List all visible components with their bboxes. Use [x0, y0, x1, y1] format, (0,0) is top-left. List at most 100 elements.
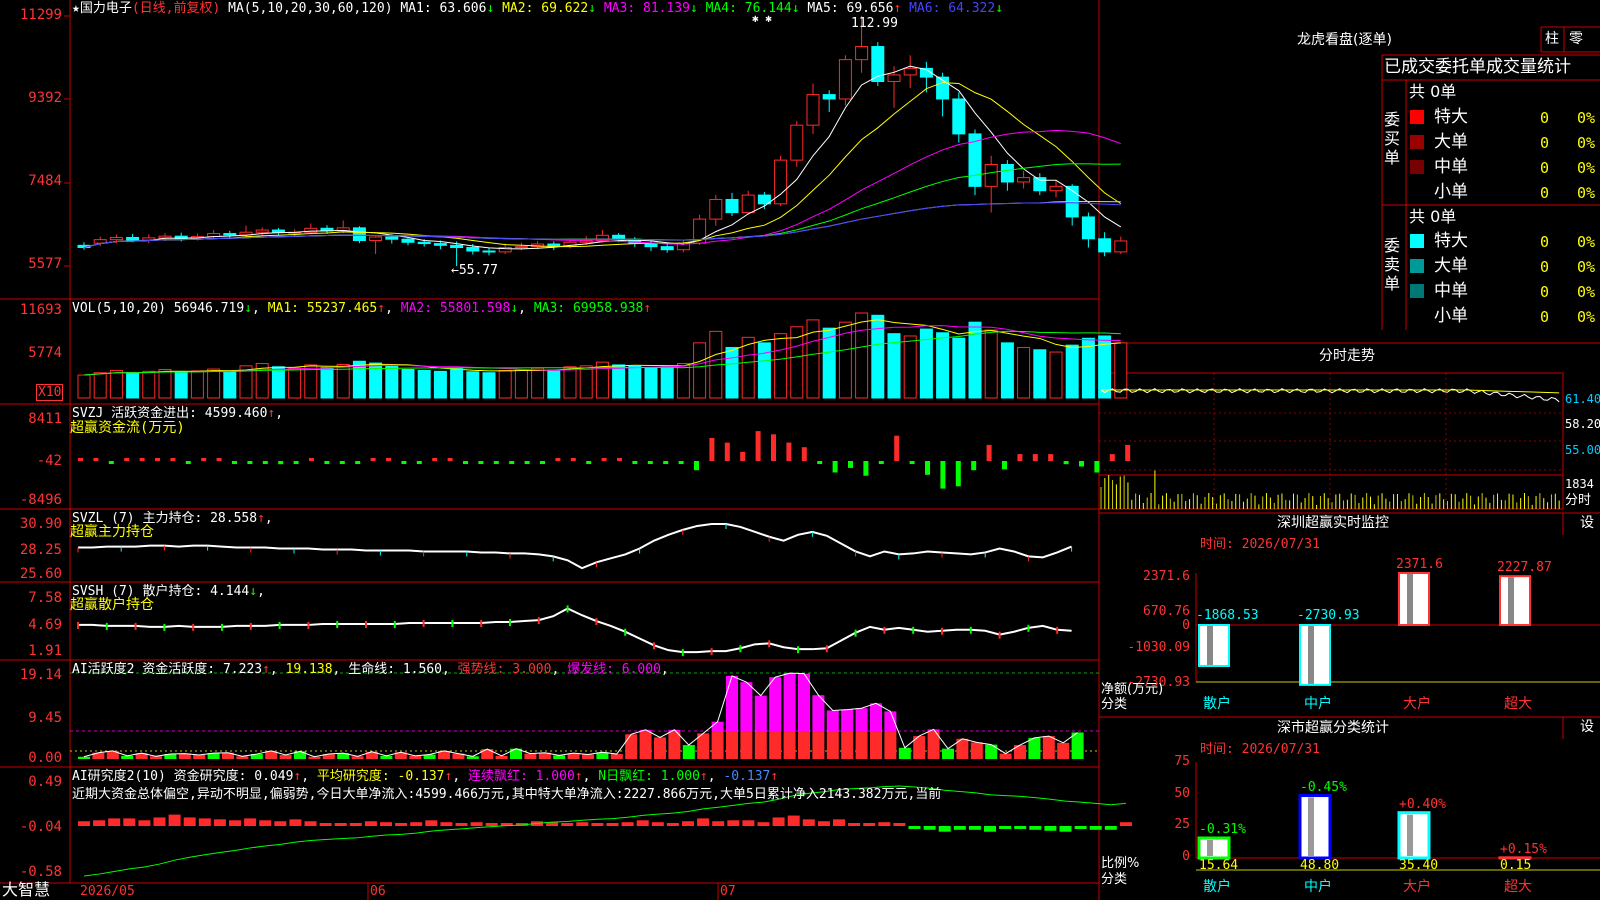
legend-swatch — [1410, 284, 1424, 298]
legend-swatch — [1410, 110, 1424, 124]
monitor-bar-shade — [1508, 577, 1514, 624]
volume-bar — [109, 369, 123, 399]
volume-bar — [936, 332, 950, 399]
ai-bar — [754, 732, 767, 759]
volume-bar — [93, 372, 107, 399]
volume-bar — [855, 312, 869, 399]
volume-bar — [1065, 344, 1079, 399]
candle-body — [255, 229, 269, 233]
candle-body — [790, 124, 804, 161]
volume-bar — [1049, 351, 1063, 399]
ai-bar-top — [798, 673, 810, 733]
stat-row-pct: 0% — [1577, 184, 1596, 202]
ai-active-title: AI活跃度2 资金活跃度: 7.223↑, 19.138, 生命线: 1.560… — [72, 662, 669, 677]
research-bar — [93, 820, 106, 826]
classify-settings-button[interactable]: 设 — [1580, 720, 1594, 735]
legend-swatch — [1410, 234, 1424, 248]
intraday-bottom-label: 分时 — [1565, 493, 1592, 508]
volume-bar — [223, 371, 237, 399]
classify-bar-shade — [1407, 814, 1413, 856]
svzj-bar — [632, 461, 638, 464]
x-date-label: 2026/05 — [80, 884, 135, 899]
svzj-bar — [863, 461, 869, 476]
classify-category: 中户 — [1304, 879, 1332, 895]
volume-bar — [417, 369, 431, 399]
candle-body — [838, 59, 852, 100]
svzj-bar — [786, 442, 792, 461]
legend-swatch — [1410, 259, 1424, 273]
volume-bar — [433, 370, 447, 399]
research-bar — [455, 823, 468, 826]
svzj-bar — [509, 461, 515, 464]
research-bar — [153, 817, 166, 826]
svzj-bar — [986, 444, 992, 461]
svzj-bar — [524, 461, 530, 464]
research-bar — [440, 822, 453, 826]
ai-bar — [826, 732, 839, 759]
monitor-settings-button[interactable]: 设 — [1580, 516, 1594, 531]
research-bar — [244, 818, 257, 826]
research-bar — [1119, 822, 1132, 826]
svzj-bar — [1063, 461, 1069, 465]
ma-arrow: ↓ — [995, 1, 1004, 16]
zero-mode-button[interactable]: 零 — [1569, 32, 1583, 47]
stat-row-pct: 0% — [1577, 233, 1596, 251]
research-bar — [123, 818, 136, 826]
ai-bar — [855, 732, 868, 759]
candle-body — [352, 227, 366, 242]
intraday-y-label: 55.00 — [1565, 443, 1600, 457]
research-bar — [561, 823, 574, 826]
monitor-value-label: -2730.93 — [1297, 608, 1360, 623]
svzj-bar — [1032, 454, 1038, 461]
ai-bar — [279, 754, 292, 759]
monitor-bars — [1198, 572, 1531, 686]
ai-bar — [927, 732, 940, 759]
classify-bars — [1197, 794, 1532, 860]
candle-body — [1098, 238, 1112, 253]
candle-body — [385, 236, 399, 240]
legend-swatch — [1410, 135, 1424, 149]
monitor-bar-shade — [1308, 626, 1314, 684]
research-bar — [1074, 826, 1087, 829]
svzj-bar — [694, 461, 699, 471]
research-bar — [833, 819, 845, 826]
classify-title: 深市超赢分类统计 — [1277, 720, 1389, 736]
ai-bar — [812, 732, 825, 759]
svzj-bar — [339, 461, 345, 464]
svzj-bar — [909, 461, 915, 464]
volume-bar — [401, 369, 415, 399]
research-bar — [621, 822, 634, 826]
research-bar — [742, 820, 755, 826]
stat-row-count: 0 — [1540, 283, 1550, 301]
svsh-subtitle: 超赢散户持仓 — [70, 597, 154, 613]
svzj-bar — [1109, 454, 1115, 461]
bar-mode-button[interactable]: 柱 — [1545, 32, 1559, 47]
svzj-bar — [617, 458, 622, 461]
svzl-line — [78, 523, 1072, 570]
research-bar — [682, 821, 694, 826]
candle-body — [709, 198, 723, 220]
buy-side-label: 委买单 — [1384, 110, 1401, 167]
classify-time: 时间: 2026/07/31 — [1200, 742, 1320, 757]
research-bar — [908, 826, 921, 829]
intraday-y-label: 58.20 — [1565, 417, 1600, 431]
svzj-bar — [170, 458, 176, 461]
research-bar — [591, 823, 604, 826]
ai-research-note: 近期大资金总体偏空,异动不明显,偏弱势,今日大单净流入:4599.466万元,其… — [72, 787, 942, 802]
research-bar — [968, 826, 981, 830]
research-bar — [787, 815, 800, 826]
stock-name: 国力电子 — [79, 1, 132, 16]
classify-y-label: 25 — [1174, 817, 1190, 832]
ai-bar — [1057, 742, 1070, 759]
research-bar — [576, 822, 589, 826]
volume-bar — [158, 369, 172, 399]
ai-bar-top — [740, 682, 753, 733]
svzj-bar — [1079, 461, 1084, 467]
classify-category: 超大 — [1504, 879, 1532, 895]
svzj-bar — [293, 461, 299, 464]
research-bar — [727, 820, 740, 826]
chart-canvas — [0, 0, 1600, 900]
classify-bar — [1397, 811, 1431, 860]
stats-header: 已成交委托单成交量统计 — [1384, 57, 1571, 77]
x-date-label: 07 — [720, 884, 736, 899]
